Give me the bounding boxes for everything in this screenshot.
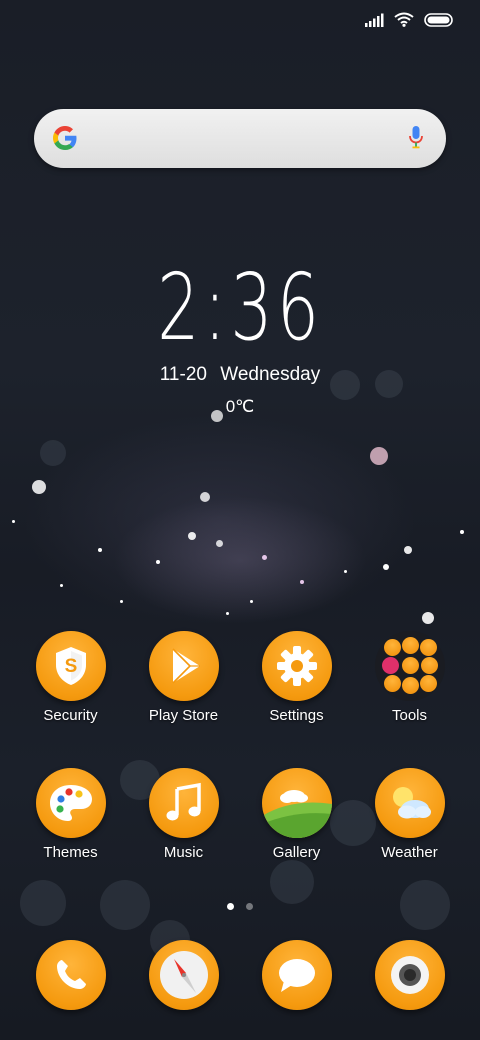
- phone-icon: [35, 940, 106, 1010]
- search-bar[interactable]: [34, 109, 446, 168]
- app-label: Security: [43, 707, 98, 724]
- app-security[interactable]: S Security: [14, 631, 127, 724]
- weather-icon: [374, 768, 445, 838]
- svg-text:S: S: [64, 656, 77, 677]
- gallery-icon: [261, 768, 332, 838]
- google-logo: [53, 126, 77, 150]
- shield-icon: S: [35, 631, 106, 701]
- wifi-icon: [394, 12, 414, 27]
- signal-icon: [365, 13, 384, 27]
- clock-date-row: 11-20 Wednesday: [0, 364, 480, 386]
- clock-weekday: Wednesday: [220, 364, 321, 385]
- clock-date: 11-20: [159, 364, 207, 385]
- status-bar: [364, 12, 454, 27]
- palette-icon: [35, 768, 106, 838]
- battery-icon: [424, 12, 453, 27]
- app-weather[interactable]: Weather: [353, 768, 466, 861]
- app-music[interactable]: Music: [127, 768, 240, 861]
- message-icon: [261, 940, 332, 1010]
- app-label: Music: [163, 844, 204, 861]
- app-tools-folder[interactable]: Tools: [353, 631, 466, 724]
- clock-time[interactable]: 2:36: [157, 262, 323, 354]
- dock-messages[interactable]: [240, 940, 353, 1010]
- camera-icon: [374, 940, 445, 1010]
- dock-browser[interactable]: [127, 940, 240, 1010]
- clock-widget[interactable]: 2:36: [0, 262, 480, 354]
- app-gallery[interactable]: Gallery: [240, 768, 353, 861]
- app-label: Weather: [381, 844, 438, 861]
- temperature: 0℃: [225, 397, 255, 416]
- music-note-icon: [148, 768, 219, 838]
- page-indicator[interactable]: [0, 897, 480, 915]
- app-label: Gallery: [272, 844, 321, 861]
- app-settings[interactable]: Settings: [240, 631, 353, 724]
- app-label: Tools: [391, 707, 428, 724]
- folder-icon: [374, 631, 445, 701]
- microphone-icon[interactable]: [408, 125, 424, 151]
- app-label: Settings: [269, 707, 324, 724]
- dock-camera[interactable]: [353, 940, 466, 1010]
- app-themes[interactable]: Themes: [14, 768, 127, 861]
- compass-icon: [148, 940, 219, 1010]
- gear-icon: [261, 631, 332, 701]
- app-play-store[interactable]: Play Store: [127, 631, 240, 724]
- app-label: Play Store: [148, 707, 219, 724]
- page-dot-active[interactable]: [226, 903, 234, 910]
- app-label: Themes: [43, 844, 98, 861]
- dock-phone[interactable]: [14, 940, 127, 1010]
- page-dot[interactable]: [246, 903, 254, 910]
- play-store-icon: [148, 631, 219, 701]
